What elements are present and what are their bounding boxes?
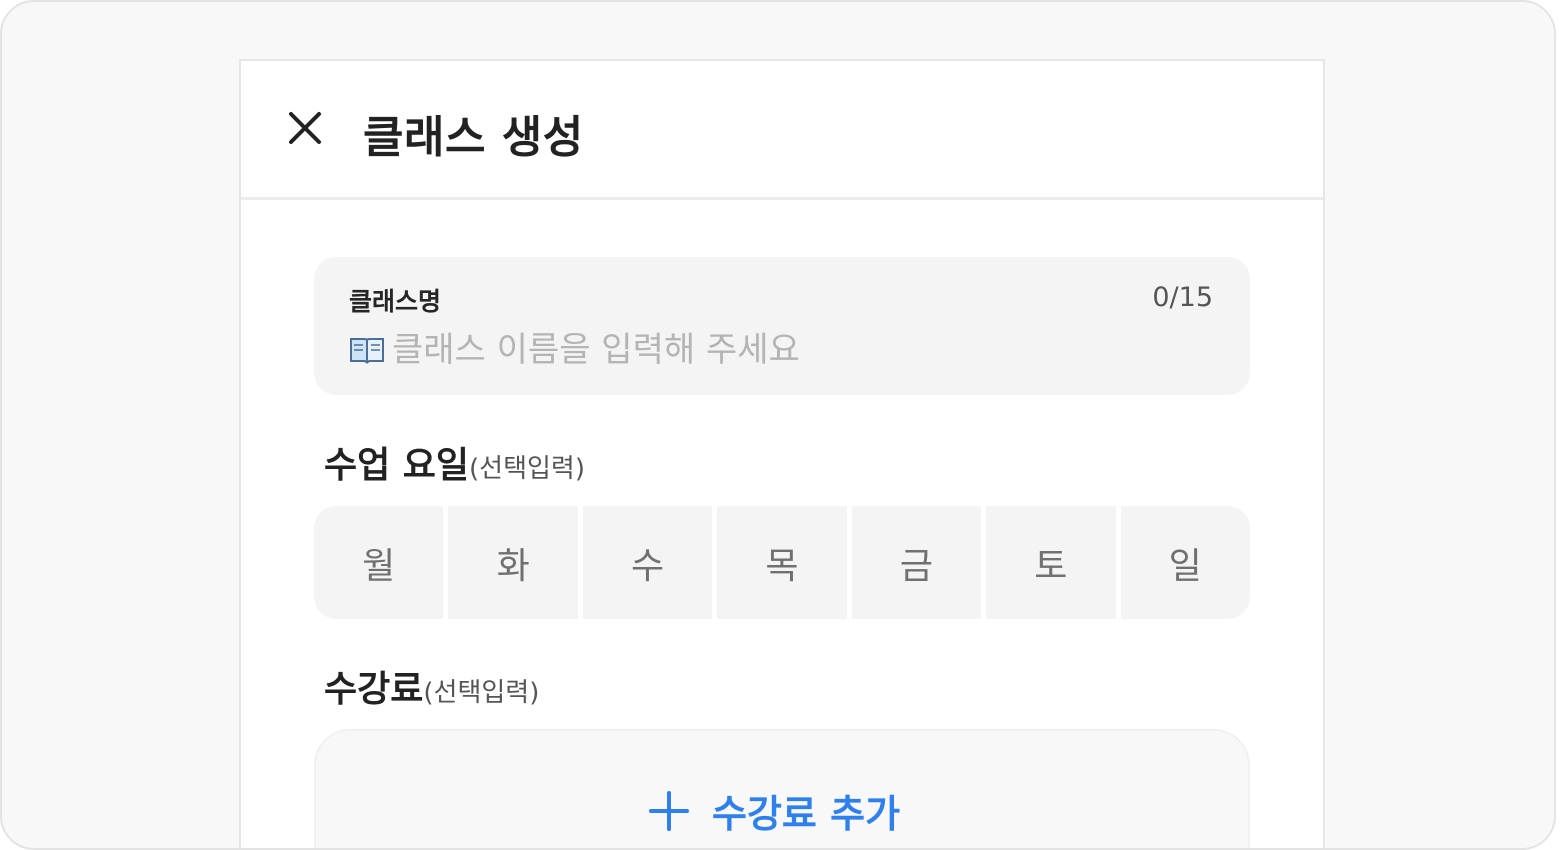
day-selector: 월 화 수 목 금 토 일 [314,506,1250,619]
tuition-optional-label: (선택입력) [423,678,540,708]
day-button-tue[interactable]: 화 [448,506,578,619]
class-days-title: 수업 요일 [324,445,470,486]
day-button-mon[interactable]: 월 [314,506,444,619]
class-name-field[interactable]: 클래스명 0/15 [314,257,1250,395]
class-name-input-row [349,329,1215,371]
book-icon [350,338,384,364]
device-frame: 클래스 생성 클래스명 0/15 수업 요일(선택입력) 월 [0,0,1556,850]
add-tuition-label: 수강료 추가 [712,792,901,836]
close-icon [289,112,321,144]
close-button[interactable] [285,108,325,148]
day-button-sun[interactable]: 일 [1120,506,1250,619]
day-button-sat[interactable]: 토 [986,506,1116,619]
tuition-box: 수강료 추가 [314,729,1250,848]
class-name-input[interactable] [392,329,1172,371]
tuition-title: 수강료 [324,669,424,710]
add-tuition-button[interactable]: 수강료 추가 [648,783,900,838]
class-days-optional-label: (선택입력) [469,454,585,484]
character-counter: 0/15 [1152,282,1213,313]
class-name-label: 클래스명 [349,287,442,316]
plus-icon [649,790,689,831]
create-class-panel: 클래스 생성 클래스명 0/15 수업 요일(선택입력) 월 [239,59,1325,848]
day-button-thu[interactable]: 목 [717,506,847,619]
tuition-heading: 수강료(선택입력) [324,660,539,712]
day-button-wed[interactable]: 수 [582,506,713,619]
class-days-heading: 수업 요일(선택입력) [324,436,585,488]
page-title: 클래스 생성 [363,112,584,163]
day-button-fri[interactable]: 금 [851,506,982,619]
panel-header: 클래스 생성 [241,61,1323,200]
